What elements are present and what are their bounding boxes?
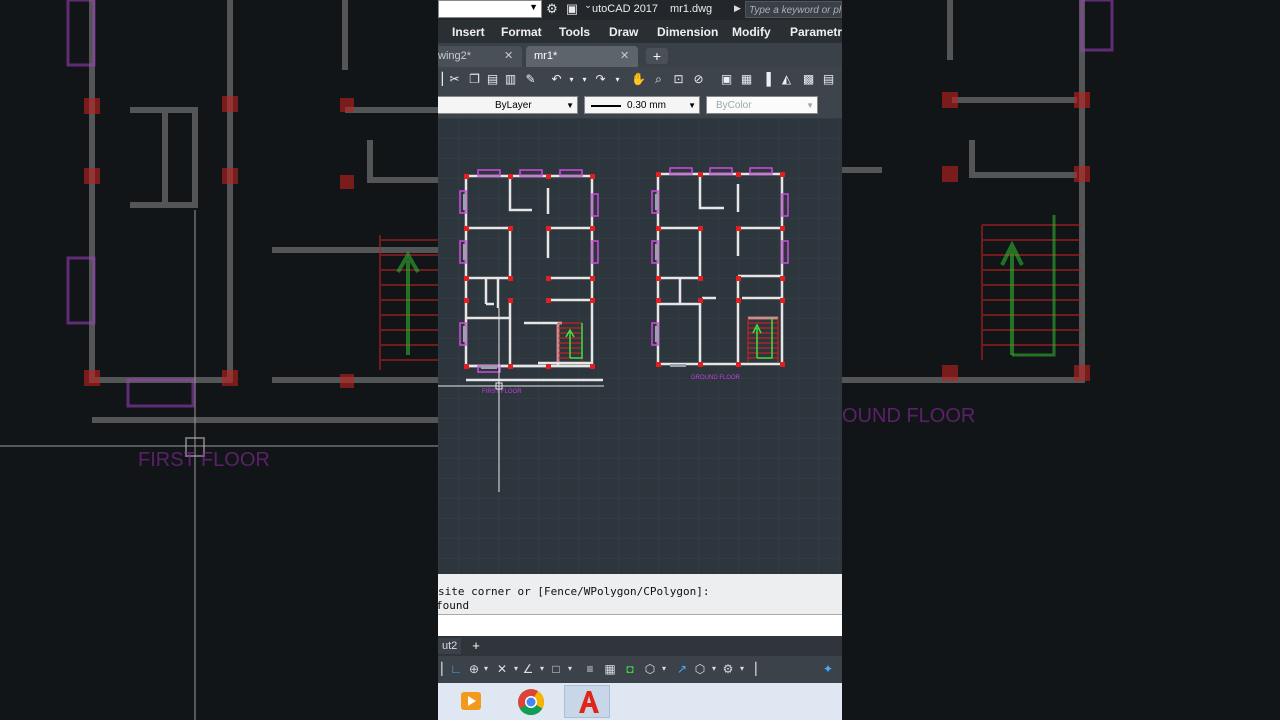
command-history: site corner or [Fence/WPolygon/CPolygon]… <box>438 574 842 614</box>
chevron-down-icon[interactable]: ▾ <box>576 71 593 88</box>
chevron-down-icon[interactable]: ▾ <box>734 661 750 677</box>
ground-floor-label: GROUND FLOOR <box>691 375 741 381</box>
tool-palettes-icon[interactable]: ▐ <box>758 71 775 88</box>
markup-icon[interactable]: ▩ <box>800 71 817 88</box>
chevron-down-icon[interactable]: ▾ <box>478 661 494 677</box>
paste-icon[interactable]: ▤ <box>484 71 501 88</box>
tab-label: wing2* <box>438 50 472 62</box>
add-layout-button[interactable]: + <box>468 638 484 654</box>
media-player-button[interactable] <box>448 685 494 718</box>
close-icon[interactable]: ✕ <box>504 46 513 67</box>
command-input[interactable] <box>438 614 842 637</box>
workspace-dropdown[interactable]: ▼ <box>438 0 542 18</box>
chevron-down-icon: ▼ <box>529 2 538 12</box>
zoom-window-icon[interactable]: ⊡ <box>670 71 687 88</box>
document-tab-bar: wing2* ✕ mr1* ✕ + <box>438 43 842 67</box>
tab-mr1[interactable]: mr1* ✕ <box>526 46 638 67</box>
gear-icon[interactable]: ⚙ <box>544 1 560 17</box>
menu-modify[interactable]: Modify <box>732 25 771 39</box>
windows-taskbar <box>438 683 842 720</box>
share-icon[interactable]: ▣ <box>564 1 580 17</box>
linetype-value: ByLayer <box>495 100 532 111</box>
menu-tools[interactable]: Tools <box>559 25 590 39</box>
selection-cycling-icon[interactable]: ◘ <box>622 661 638 677</box>
lineweight-sample <box>591 105 621 107</box>
annotation-scale-icon[interactable]: ↗ <box>674 661 690 677</box>
linetype-dropdown[interactable]: ByLayer ▼ <box>438 96 578 114</box>
annotation-monitor-icon[interactable]: ✦ <box>820 661 836 677</box>
calculator-icon[interactable]: ▤ <box>820 71 837 88</box>
drawing-viewport[interactable]: FIRST FLOOR GROUND FLOOR <box>438 118 842 574</box>
plotstyle-dropdown[interactable]: ByColor ▼ <box>706 96 818 114</box>
command-line-2: found <box>438 599 470 612</box>
transparency-icon[interactable]: ▦ <box>602 661 618 677</box>
background-plan-left: FIRST FLOOR <box>0 0 438 720</box>
title-bar: ▼ ⚙ ▣ ⌄ utoCAD 2017 mr1.dwg ▶ Type a key… <box>438 0 842 20</box>
copy-icon[interactable]: ❐ <box>466 71 483 88</box>
tab-wing2[interactable]: wing2* ✕ <box>438 46 522 67</box>
bg-label-right: OUND FLOOR <box>842 405 975 427</box>
background-plan-right: OUND FLOOR <box>842 0 1114 427</box>
menu-bar: Insert Format Tools Draw Dimension Modif… <box>438 20 842 43</box>
match-properties-icon[interactable]: ✎ <box>522 71 539 88</box>
app-title: utoCAD 2017 <box>592 3 659 15</box>
menu-draw[interactable]: Draw <box>609 25 638 39</box>
chevron-down-icon[interactable]: ▾ <box>609 71 626 88</box>
design-center-icon[interactable]: ▦ <box>738 71 755 88</box>
autocad-icon <box>579 691 599 713</box>
chrome-button[interactable] <box>508 685 554 718</box>
autocad-window: ▼ ⚙ ▣ ⌄ utoCAD 2017 mr1.dwg ▶ Type a key… <box>438 0 842 720</box>
chevron-down-icon[interactable]: ▾ <box>656 661 672 677</box>
redo-icon[interactable]: ↷ <box>592 71 609 88</box>
menu-insert[interactable]: Insert <box>452 25 485 39</box>
first-floor-label: FIRST FLOOR <box>482 389 522 395</box>
menu-format[interactable]: Format <box>501 25 542 39</box>
background-blur-right: OUND FLOOR <box>842 0 1280 720</box>
drawing-canvas[interactable]: FIRST FLOOR GROUND FLOOR <box>438 118 842 574</box>
status-bar: ▏ ∟ ⊕ ▾ ✕ ▾ ∠ ▾ □ ▾ ≡ ▦ ◘ ⬡ ▾ ↗ ⬡ ▾ ⚙ ▾ … <box>438 656 842 683</box>
chrome-icon <box>518 689 545 716</box>
menu-dimension[interactable]: Dimension <box>657 25 718 39</box>
divider-icon: ▏ <box>755 662 765 676</box>
plotstyle-value: ByColor <box>716 100 752 111</box>
background-blur-left: FIRST FLOOR <box>0 0 438 720</box>
lineweight-dropdown[interactable]: 0.30 mm ▼ <box>584 96 700 114</box>
sheet-set-icon[interactable]: ◭ <box>778 71 795 88</box>
bg-label-left: FIRST FLOOR <box>138 449 270 471</box>
tab-label: mr1* <box>534 50 558 62</box>
paste-special-icon[interactable]: ▥ <box>502 71 519 88</box>
lineweight-icon[interactable]: ≡ <box>582 661 598 677</box>
chevron-down-icon: ▼ <box>688 101 696 110</box>
media-player-icon <box>461 692 481 710</box>
cut-icon[interactable]: ✂ <box>446 71 463 88</box>
standard-toolbar: ▏ ✂ ❐ ▤ ▥ ✎ ↶ ▾ ▾ ↷ ▾ ✋ ⌕ ⊡ ⊘ ▣ ▦ ▐ ◭ ▩ … <box>438 67 842 93</box>
tab-layout2[interactable]: ut2 <box>438 638 462 654</box>
search-input[interactable]: Type a keyword or ph <box>745 1 842 18</box>
chevron-down-icon[interactable]: ▾ <box>562 661 578 677</box>
properties-icon[interactable]: ▣ <box>718 71 735 88</box>
layout-tab-bar: ut2 + <box>438 636 842 656</box>
command-line-1: site corner or [Fence/WPolygon/CPolygon]… <box>438 585 710 598</box>
close-icon[interactable]: ✕ <box>620 46 629 67</box>
ortho-mode-icon[interactable]: ∟ <box>448 661 464 677</box>
zoom-realtime-icon[interactable]: ⌕ <box>650 71 667 88</box>
properties-toolbar: ByLayer ▼ 0.30 mm ▼ ByColor ▼ <box>438 93 842 118</box>
chevron-right-icon[interactable]: ▶ <box>734 3 741 14</box>
menu-parametric[interactable]: Parametric <box>790 25 842 39</box>
chevron-down-icon: ▼ <box>566 101 574 110</box>
lineweight-value: 0.30 mm <box>627 100 666 111</box>
pan-icon[interactable]: ✋ <box>630 71 647 88</box>
chevron-down-icon: ▼ <box>806 101 814 110</box>
new-tab-button[interactable]: + <box>646 48 668 64</box>
autocad-button[interactable] <box>564 685 610 718</box>
zoom-previous-icon[interactable]: ⊘ <box>690 71 707 88</box>
file-title: mr1.dwg <box>670 3 713 15</box>
